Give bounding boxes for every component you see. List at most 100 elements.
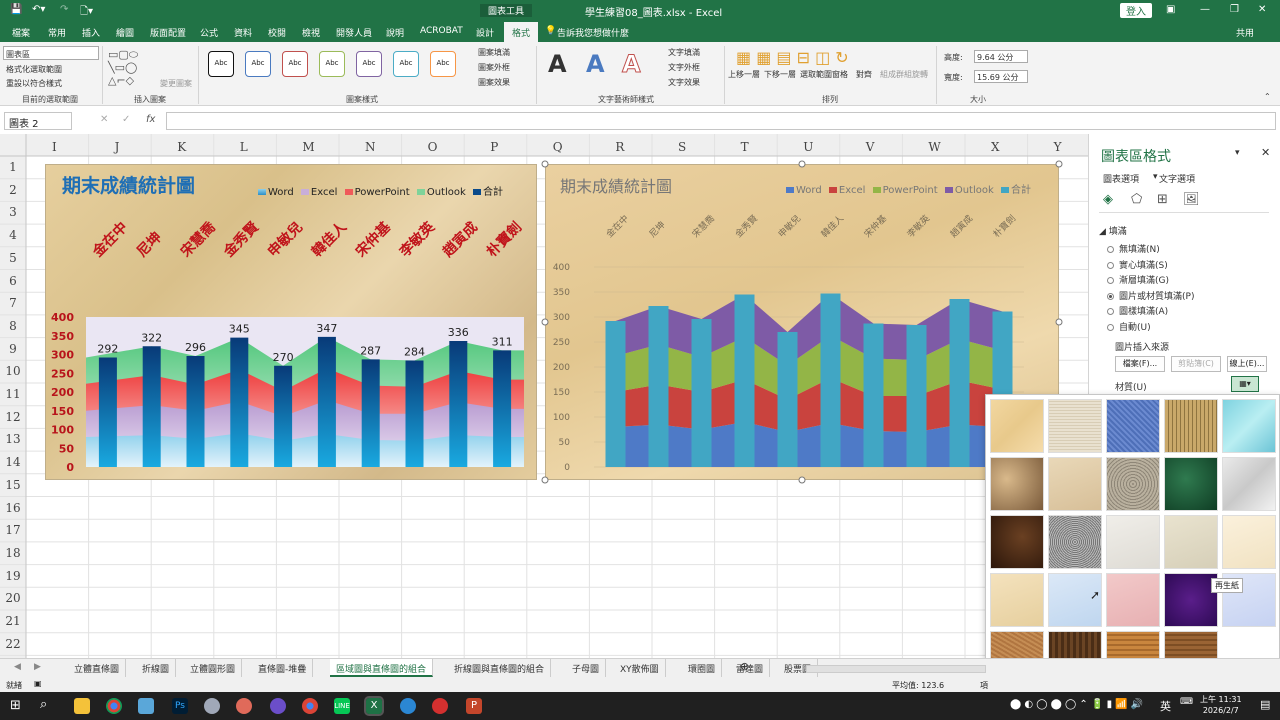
chart1-bar[interactable] [317,336,336,467]
column-header[interactable]: J [115,140,120,154]
chart1-data-label[interactable]: 287 [360,344,381,357]
notifications-icon[interactable]: ▤ [1260,698,1270,711]
chrome-icon[interactable] [106,698,122,714]
picture-icon[interactable]: 🖼 [1183,192,1200,207]
texture-swatch[interactable] [1106,573,1160,627]
ime-mode-icon[interactable]: ⌨ [1180,697,1193,707]
row-header[interactable]: 14 [0,455,26,469]
formula-input[interactable] [166,112,1276,130]
tab-formulas[interactable]: 公式 [200,26,218,39]
effects-icon[interactable]: ⬠ [1131,192,1142,207]
chart1-y-tick[interactable]: 200 [51,386,74,399]
chart-options-dropdown-icon[interactable]: ▾ [1153,172,1158,182]
chart1-data-label[interactable]: 292 [97,343,118,356]
text-fill-button[interactable]: 文字填滿 [668,47,700,58]
sheet-tab[interactable]: 子母圖 [566,659,607,677]
column-header[interactable]: Y [1054,140,1062,154]
add-sheet-icon[interactable]: ⊕ [740,660,749,673]
column-header[interactable]: V [866,140,875,154]
minimize-icon[interactable]: — [1200,4,1210,15]
texture-swatch[interactable] [990,399,1044,453]
fill-section-header[interactable]: ◢ 填滿 [1099,224,1127,237]
chart1-data-label[interactable]: 347 [316,322,337,335]
tab-text-options[interactable]: 文字選項 [1159,172,1195,185]
column-header[interactable]: W [928,140,940,154]
texture-swatch[interactable] [1222,515,1276,569]
change-shape-button[interactable]: 變更圖案 [160,78,192,89]
shape-style-2[interactable]: Abc [245,51,271,77]
sheet-tab[interactable]: 區域圖與直條圖的組合 [330,659,434,677]
sheet-tab[interactable]: XY散佈圖 [614,659,666,677]
chart1-data-label[interactable]: 311 [492,335,513,348]
row-header[interactable]: 13 [0,432,26,446]
sheet-tab[interactable]: 直條圖-堆疊 [252,659,314,677]
column-header[interactable]: R [615,140,624,154]
row-header[interactable]: 4 [0,228,26,242]
texture-swatch[interactable] [1164,399,1218,453]
chart1-data-label[interactable]: 296 [185,341,206,354]
row-header[interactable]: 12 [0,410,26,424]
shapes-gallery[interactable]: ▭▢⬭ ╲▭◯ △⌐◇ [108,48,138,87]
texture-gallery[interactable] [985,394,1280,690]
texture-swatch[interactable] [1106,457,1160,511]
bring-forward-button[interactable]: 上移一層 [728,69,760,80]
send-backward-button[interactable]: 下移一層 [764,69,796,80]
radio-button[interactable] [1107,323,1114,331]
column-header[interactable]: U [803,140,813,154]
sheet-tab[interactable]: 雷達圖 [730,659,771,677]
row-header[interactable]: 22 [0,637,26,651]
chart1-data-label[interactable]: 336 [448,326,469,339]
horizontal-scrollbar[interactable] [806,665,986,673]
row-header[interactable]: 6 [0,274,26,288]
column-header[interactable]: I [52,140,57,154]
new-file-icon[interactable]: 🗋▾ [80,4,93,21]
column-header[interactable]: S [678,140,686,154]
chart1-y-tick[interactable]: 400 [51,311,74,324]
align-button[interactable]: 對齊 [856,69,872,80]
texture-swatch[interactable] [990,573,1044,627]
chart1-y-tick[interactable]: 100 [51,424,74,437]
tab-developer[interactable]: 開發人員 [336,26,372,39]
chart1-bar[interactable] [142,346,161,467]
shape-style-1[interactable]: Abc [208,51,234,77]
chart1-data-label[interactable]: 322 [141,331,162,344]
cancel-icon[interactable]: ✕ [100,114,108,125]
texture-swatch[interactable] [1164,573,1218,627]
texture-swatch[interactable] [1164,515,1218,569]
wordart-style-outline[interactable]: A [622,50,642,79]
shape-style-6[interactable]: Abc [393,51,419,77]
chart1-y-tick[interactable]: 350 [51,330,74,343]
shape-outline-button[interactable]: 圖案外框 [478,62,510,73]
sheet-tab[interactable]: 立體直條圖 [68,659,127,677]
column-header[interactable]: X [991,140,1000,154]
chrome-icon-2[interactable] [302,698,318,714]
app-icon-4[interactable] [400,698,416,714]
row-header[interactable]: 9 [0,342,26,356]
macro-record-icon[interactable]: ▣ [34,679,42,688]
chart1-bar[interactable] [405,360,424,468]
row-header[interactable]: 10 [0,364,26,378]
row-header[interactable]: 19 [0,569,26,583]
radio-button[interactable] [1107,246,1114,253]
shape-effects-button[interactable]: 圖案效果 [478,77,510,88]
tab-acrobat[interactable]: ACROBAT [420,26,463,36]
scroll-right-icon[interactable]: ▶ [34,662,41,672]
chart1-y-tick[interactable]: 50 [59,442,75,455]
insert-file-button[interactable]: 檔案(F)... [1115,356,1165,372]
share-button[interactable]: 共用 [1236,26,1254,39]
scroll-left-icon[interactable]: ◀ [14,662,21,672]
tab-home[interactable]: 常用 [48,26,66,39]
windows-start-icon[interactable]: ⊞ [10,698,21,713]
close-icon[interactable]: ✕ [1258,4,1266,15]
row-header[interactable]: 11 [0,387,26,401]
column-header[interactable]: P [490,140,498,154]
fill-option[interactable]: 圖片或材質填滿(P) [1107,289,1194,302]
column-header[interactable]: T [741,140,749,154]
width-input[interactable]: 15.69 公分 [974,70,1028,83]
row-header[interactable]: 18 [0,546,26,560]
tell-me-search[interactable]: 告訴我您想做什麼 [557,26,629,39]
column-header[interactable]: N [365,140,376,154]
wordart-style-black[interactable]: A [548,50,567,78]
row-header[interactable]: 16 [0,501,26,515]
texture-swatch[interactable] [1222,457,1276,511]
